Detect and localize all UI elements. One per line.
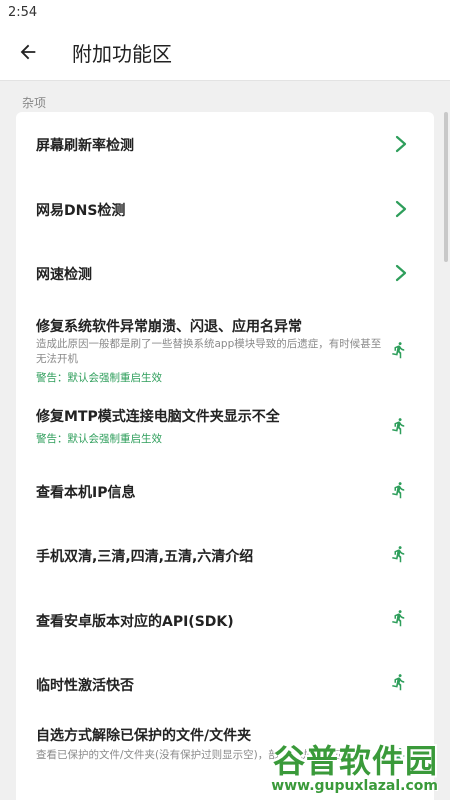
list-item-fix-mtp[interactable]: 修复MTP模式连接电脑文件夹显示不全 警告：默认会强制重启生效 (16, 394, 434, 460)
status-bar: 2:54 (0, 0, 450, 24)
run-icon (392, 418, 405, 435)
item-title: 查看本机IP信息 (36, 485, 136, 501)
list-item-ip-info[interactable]: 查看本机IP信息 (16, 460, 434, 524)
app-bar: 附加功能区 (0, 24, 450, 80)
watermark: 谷普软件园 www.gupuxlazal.com (242, 736, 442, 794)
list-item-speed-test[interactable]: 网速检测 (16, 240, 434, 304)
list-item-android-api[interactable]: 查看安卓版本对应的API(SDK) (16, 588, 434, 652)
item-title: 屏幕刷新率检测 (36, 138, 134, 154)
scrollbar[interactable] (444, 112, 448, 262)
list-item-dns-check[interactable]: 网易DNS检测 (16, 176, 434, 240)
list-item-wipe-intro[interactable]: 手机双清,三清,四清,五清,六清介绍 (16, 524, 434, 588)
screen: 2:54 附加功能区 杂项 屏幕刷新率检测 网易DNS检测 网速检测 修复系统软… (0, 0, 450, 800)
status-time: 2:54 (8, 4, 38, 20)
chevron-right-icon (395, 264, 407, 282)
run-icon (392, 482, 405, 499)
settings-card: 屏幕刷新率检测 网易DNS检测 网速检测 修复系统软件异常崩溃、闪退、应用名异常… (16, 112, 434, 800)
run-icon (392, 546, 405, 563)
section-label: 杂项 (22, 96, 47, 110)
watermark-url: www.gupuxlazal.com (271, 778, 438, 794)
item-title: 手机双清,三清,四清,五清,六清介绍 (36, 549, 254, 565)
watermark-brand: 谷普软件园 (272, 742, 438, 780)
run-icon (392, 674, 405, 691)
item-title: 网速检测 (36, 267, 92, 283)
item-title: 自选方式解除已保护的文件/文件夹 (36, 728, 252, 744)
run-icon (392, 610, 405, 627)
page-title: 附加功能区 (72, 41, 172, 66)
list-item-refresh-rate[interactable]: 屏幕刷新率检测 (16, 112, 434, 176)
item-warning: 警告：默认会强制重启生效 (36, 433, 162, 445)
item-title: 网易DNS检测 (36, 203, 126, 219)
chevron-right-icon (395, 135, 407, 153)
item-description: 造成此原因一般都是刷了一些替换系统app模块导致的后遗症，有时候甚至无法开机 (36, 338, 382, 365)
item-title: 修复MTP模式连接电脑文件夹显示不全 (36, 409, 280, 425)
item-title: 修复系统软件异常崩溃、闪退、应用名异常 (36, 319, 302, 335)
back-button[interactable] (0, 24, 56, 80)
item-title: 查看安卓版本对应的API(SDK) (36, 614, 234, 630)
item-title: 临时性激活快否 (36, 678, 134, 694)
run-icon (392, 342, 405, 359)
arrow-left-icon (20, 44, 36, 60)
chevron-right-icon (395, 200, 407, 218)
list-item-temp-activate[interactable]: 临时性激活快否 (16, 652, 434, 716)
list-item-fix-crash[interactable]: 修复系统软件异常崩溃、闪退、应用名异常 造成此原因一般都是刷了一些替换系统app… (16, 304, 434, 394)
item-warning: 警告：默认会强制重启生效 (36, 372, 162, 384)
